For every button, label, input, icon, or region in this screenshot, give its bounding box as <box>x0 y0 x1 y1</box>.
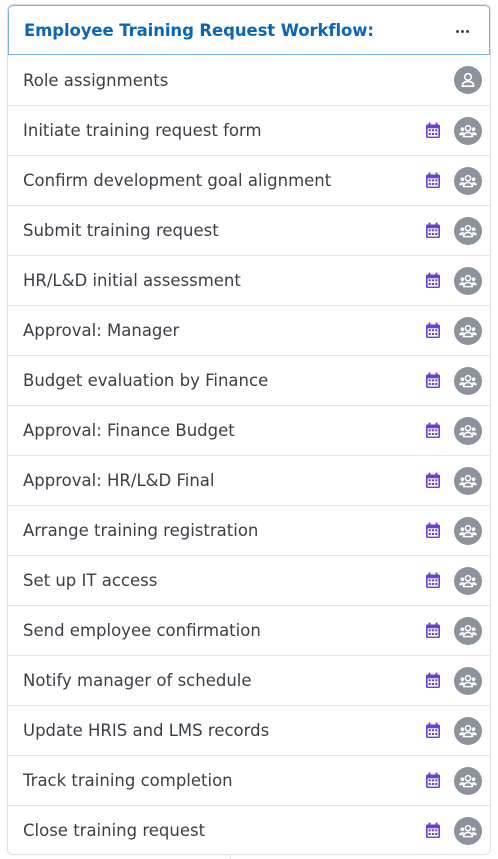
calendar-icon[interactable] <box>424 622 442 640</box>
more-horizontal-icon[interactable] <box>451 20 473 42</box>
calendar-icon[interactable] <box>424 572 442 590</box>
group-users-icon[interactable] <box>454 816 482 845</box>
group-users-icon[interactable] <box>454 166 482 195</box>
group-users-icon[interactable] <box>454 666 482 695</box>
group-users-icon[interactable] <box>454 316 482 345</box>
workflow-step-row[interactable]: Close training request <box>8 805 490 854</box>
group-users-icon[interactable] <box>454 416 482 445</box>
calendar-icon[interactable] <box>424 422 442 440</box>
workflow-header: Employee Training Request Workflow: <box>8 5 490 55</box>
group-users-icon[interactable] <box>454 616 482 645</box>
workflow-step-label: Notify manager of schedule <box>23 671 252 690</box>
calendar-icon[interactable] <box>424 172 442 190</box>
workflow-step-label: Approval: Manager <box>23 321 180 340</box>
group-users-icon[interactable] <box>454 566 482 595</box>
calendar-icon[interactable] <box>424 672 442 690</box>
workflow-step-label: Close training request <box>23 821 206 840</box>
workflow-step-row[interactable]: Confirm development goal alignment <box>8 155 490 205</box>
workflow-step-row[interactable]: Approval: HR/L&D Final <box>8 455 490 505</box>
workflow-step-label: Submit training request <box>23 221 219 240</box>
workflow-step-row[interactable]: Track training completion <box>8 755 490 805</box>
group-users-icon[interactable] <box>454 366 482 395</box>
group-users-icon[interactable] <box>454 116 482 145</box>
group-users-icon[interactable] <box>454 516 482 545</box>
group-users-icon[interactable] <box>454 216 482 245</box>
workflow-step-label: Confirm development goal alignment <box>23 171 332 190</box>
group-users-icon[interactable] <box>454 466 482 495</box>
workflow-step-label: Arrange training registration <box>23 521 259 540</box>
calendar-icon[interactable] <box>424 772 442 790</box>
workflow-step-label: HR/L&D initial assessment <box>23 271 241 290</box>
calendar-icon[interactable] <box>424 372 442 390</box>
divider <box>230 854 231 859</box>
workflow-step-row[interactable]: Arrange training registration <box>8 505 490 555</box>
workflow-step-row[interactable]: Initiate training request form <box>8 105 490 155</box>
workflow-step-row[interactable]: Budget evaluation by Finance <box>8 355 490 405</box>
workflow-step-label: Set up IT access <box>23 571 158 590</box>
workflow-step-label: Approval: HR/L&D Final <box>23 471 215 490</box>
workflow-step-row[interactable]: HR/L&D initial assessment <box>8 255 490 305</box>
workflow-step-row[interactable]: Submit training request <box>8 205 490 255</box>
workflow-step-row[interactable]: Approval: Manager <box>8 305 490 355</box>
workflow-step-row[interactable]: Role assignments <box>8 55 490 105</box>
workflow-step-row[interactable]: Notify manager of schedule <box>8 655 490 705</box>
workflow-step-label: Approval: Finance Budget <box>23 421 235 440</box>
workflow-step-row[interactable]: Set up IT access <box>8 555 490 605</box>
calendar-icon[interactable] <box>424 472 442 490</box>
workflow-step-label: Update HRIS and LMS records <box>23 721 270 740</box>
workflow-title: Employee Training Request Workflow: <box>24 20 374 40</box>
group-users-icon[interactable] <box>454 716 482 745</box>
calendar-icon[interactable] <box>424 722 442 740</box>
group-users-icon[interactable] <box>454 266 482 295</box>
workflow-step-label: Role assignments <box>23 70 169 90</box>
workflow-panel: Employee Training Request Workflow: Role… <box>7 4 491 855</box>
workflow-step-row[interactable]: Send employee confirmation <box>8 605 490 655</box>
calendar-icon[interactable] <box>424 322 442 340</box>
calendar-icon[interactable] <box>424 222 442 240</box>
workflow-step-label: Track training completion <box>23 771 233 790</box>
workflow-step-label: Initiate training request form <box>23 121 262 140</box>
single-user-icon[interactable] <box>454 66 482 94</box>
calendar-icon[interactable] <box>424 822 442 840</box>
workflow-step-list: Role assignments Initiate training reques… <box>8 55 490 854</box>
workflow-step-row[interactable]: Approval: Finance Budget <box>8 405 490 455</box>
workflow-step-row[interactable]: Update HRIS and LMS records <box>8 705 490 755</box>
workflow-step-label: Send employee confirmation <box>23 621 261 640</box>
calendar-icon[interactable] <box>424 272 442 290</box>
group-users-icon[interactable] <box>454 766 482 795</box>
calendar-icon[interactable] <box>424 522 442 540</box>
calendar-icon[interactable] <box>424 122 442 140</box>
workflow-step-label: Budget evaluation by Finance <box>23 371 269 390</box>
